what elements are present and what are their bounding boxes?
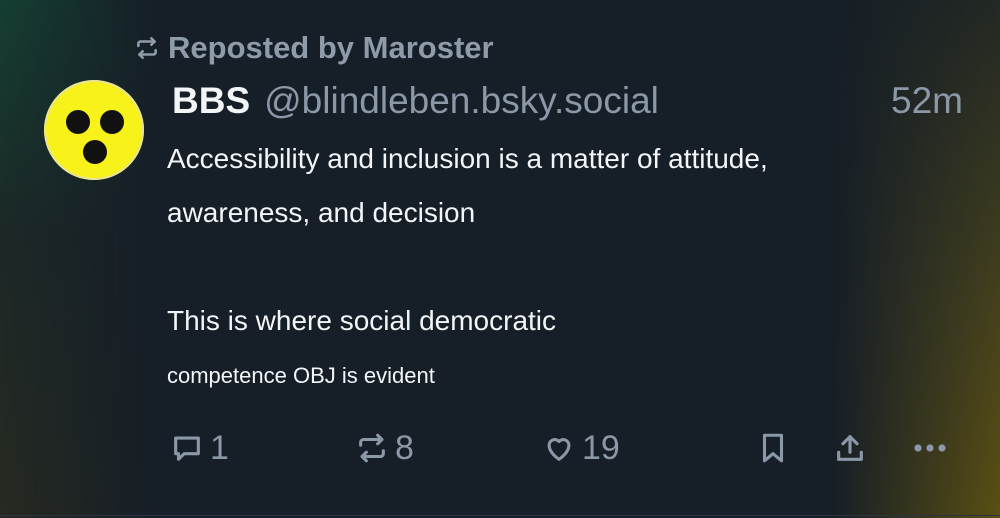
avatar-dot [83, 140, 107, 164]
post-timestamp[interactable]: 52m [891, 80, 963, 124]
bookmark-button[interactable] [756, 420, 790, 476]
repost-icon [137, 36, 157, 60]
like-button[interactable]: 19 [542, 420, 620, 476]
share-button[interactable] [833, 420, 867, 476]
bookmark-icon [762, 433, 784, 463]
share-icon [837, 435, 863, 461]
author-name[interactable]: BBS [172, 80, 250, 122]
post-text-line: Accessibility and inclusion is a matter … [167, 143, 768, 174]
like-count: 19 [582, 428, 620, 467]
post-actions: 1 8 19 [0, 420, 1000, 476]
post-author: BBS @blindleben.bsky.social [172, 80, 659, 124]
repost-button[interactable]: 8 [355, 420, 414, 476]
reply-button[interactable]: 1 [170, 420, 229, 476]
post-text-line: This is where social democratic [167, 305, 557, 336]
reply-count: 1 [210, 428, 229, 467]
author-handle[interactable]: @blindleben.bsky.social [264, 80, 659, 122]
avatar-dot [66, 110, 90, 134]
post-text-line: awareness, and decision [167, 197, 476, 228]
avatar[interactable] [44, 80, 144, 180]
divider [0, 515, 1000, 516]
repost-label: Reposted by Maroster [168, 30, 494, 65]
heart-icon [547, 438, 571, 461]
post-text-line: competence OBJ is evident [167, 363, 435, 388]
reply-icon [174, 436, 200, 461]
repost-count: 8 [395, 428, 414, 467]
avatar-dot [100, 110, 124, 134]
ellipsis-icon [914, 444, 946, 452]
repost-icon [359, 433, 385, 463]
more-options-button[interactable] [912, 420, 948, 476]
repost-indicator[interactable]: Reposted by Maroster [134, 28, 494, 68]
